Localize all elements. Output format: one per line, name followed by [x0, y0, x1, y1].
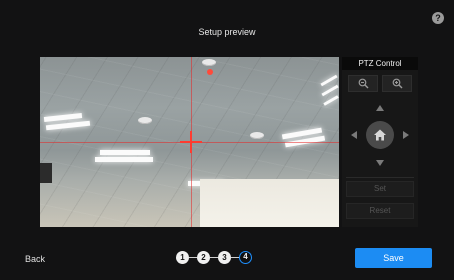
wall: [200, 179, 339, 227]
pan-tilt-pad: [348, 99, 412, 177]
ceiling-fixture: [202, 59, 216, 66]
ceiling-indicator-light: [207, 69, 213, 75]
zoom-in-icon: [392, 78, 402, 89]
arrow-down-icon[interactable]: [376, 160, 384, 166]
step-2: 2: [197, 250, 210, 264]
arrow-right-icon[interactable]: [403, 131, 409, 139]
divider: [346, 177, 414, 178]
set-button[interactable]: Set: [346, 181, 414, 197]
arrow-up-icon[interactable]: [376, 105, 384, 111]
back-button[interactable]: Back: [25, 254, 45, 264]
home-icon: [374, 129, 386, 141]
ceiling-fixture: [138, 117, 152, 124]
step-connector: [210, 256, 218, 258]
step-connector: [189, 256, 197, 258]
home-button[interactable]: [366, 121, 394, 149]
ptz-title: PTZ Control: [342, 57, 418, 70]
zoom-out-button[interactable]: [348, 75, 378, 92]
arrow-left-icon[interactable]: [351, 131, 357, 139]
step-indicator: 1 2 3 4: [176, 249, 252, 265]
step-connector: [231, 256, 239, 258]
step-3: 3: [218, 250, 231, 264]
zoom-in-button[interactable]: [382, 75, 412, 92]
reset-button[interactable]: Reset: [346, 203, 414, 219]
ceiling-light: [100, 150, 150, 155]
help-icon[interactable]: ?: [432, 12, 444, 24]
step-1: 1: [176, 250, 189, 264]
wall-monitor: [40, 163, 52, 183]
ceiling-fixture: [250, 132, 264, 139]
step-4-current: 4: [239, 250, 252, 264]
center-crosshair: [190, 131, 192, 153]
zoom-controls: [348, 75, 412, 93]
ptz-control-panel: PTZ Control Set Reset: [342, 57, 418, 227]
page-title: Setup preview: [198, 27, 256, 37]
camera-preview[interactable]: [40, 57, 339, 227]
ceiling-light: [95, 157, 153, 162]
save-button[interactable]: Save: [355, 248, 432, 268]
setup-preview-dialog: Setup preview ? PTZ Control Set Reset Ba…: [0, 0, 454, 280]
zoom-out-icon: [358, 78, 368, 89]
